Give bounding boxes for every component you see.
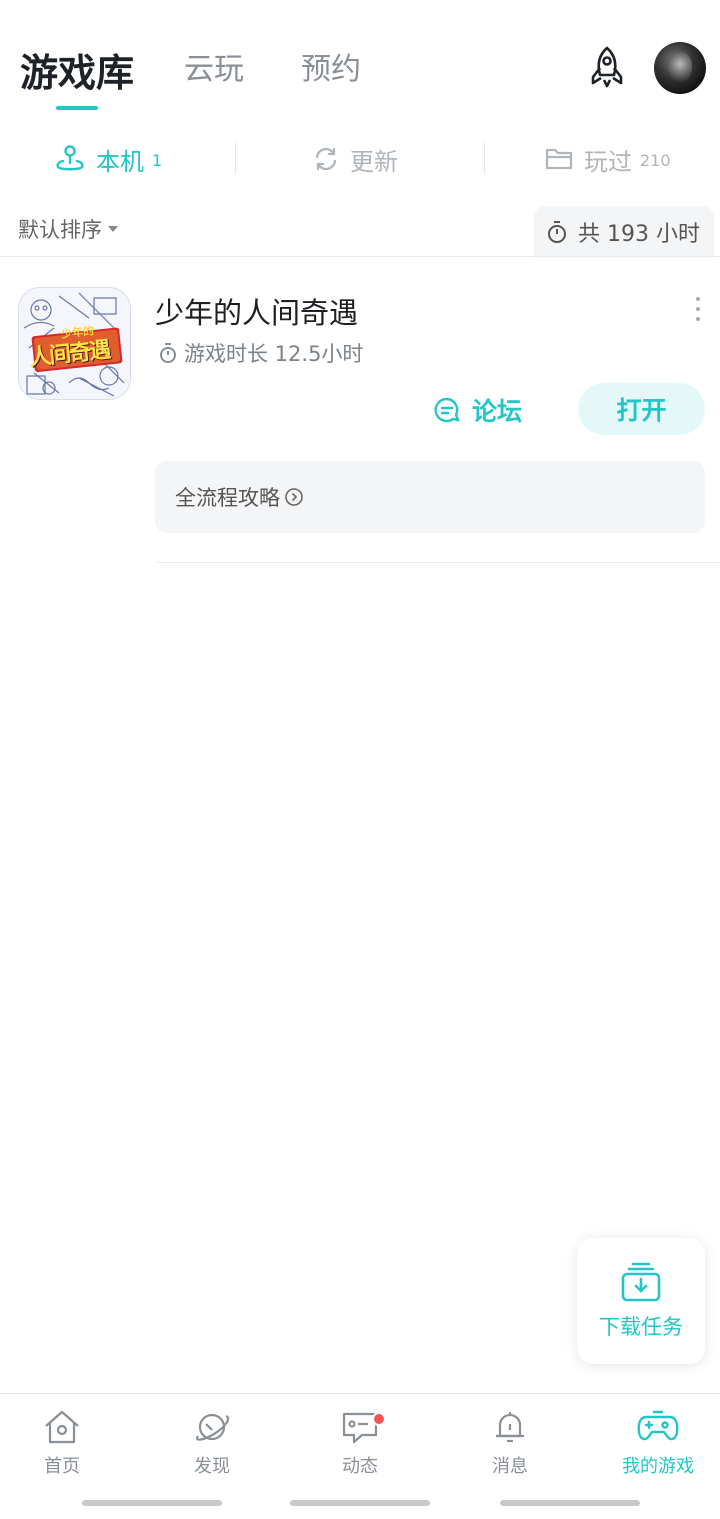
nav-feed[interactable]: 动态 <box>300 1408 420 1478</box>
system-nav-bar <box>500 1500 640 1506</box>
stopwatch-icon <box>548 221 566 243</box>
download-box-icon <box>621 1262 661 1302</box>
active-tab-indicator <box>56 106 98 110</box>
system-nav-bar <box>82 1500 222 1506</box>
sort-dropdown[interactable]: 默认排序 <box>18 214 118 244</box>
download-tasks-button[interactable]: 下载任务 <box>577 1238 705 1364</box>
guide-label: 全流程攻略 <box>175 486 280 510</box>
caret-down-icon <box>108 226 118 232</box>
subtab-played-count: 210 <box>640 150 671 170</box>
nav-home[interactable]: 首页 <box>2 1408 122 1478</box>
game-title[interactable]: 少年的人间奇遇 <box>155 290 358 332</box>
subtab-local[interactable]: 本机 1 <box>54 136 162 182</box>
divider <box>0 256 720 257</box>
chevron-right-circle-icon <box>285 488 303 506</box>
divider <box>155 562 720 563</box>
nav-my-games-label: 我的游戏 <box>622 1456 694 1477</box>
nav-messages[interactable]: 消息 <box>450 1408 570 1478</box>
folder-icon <box>545 148 573 170</box>
sort-label: 默认排序 <box>18 218 102 242</box>
forum-button[interactable]: 论坛 <box>432 392 522 428</box>
subtab-played[interactable]: 玩过 210 <box>544 136 671 182</box>
full-walkthrough-link[interactable]: 全流程攻略 <box>155 461 705 533</box>
bottom-nav: 首页 发现 动态 消息 我的游戏 <box>0 1393 720 1493</box>
tab-cloud-play[interactable]: 云玩 <box>184 44 244 88</box>
nav-discover-label: 发现 <box>194 1456 230 1477</box>
total-playtime-label: 共 193 小时 <box>578 222 700 247</box>
subtab-local-label: 本机 <box>96 147 144 176</box>
subtab-update-label: 更新 <box>350 147 398 176</box>
game-playtime: 游戏时长 12.5小时 <box>158 338 363 368</box>
stopwatch-icon <box>160 343 176 363</box>
more-options-icon[interactable] <box>693 297 703 321</box>
top-header: 游戏库 云玩 预约 <box>0 0 720 120</box>
divider <box>484 142 485 174</box>
open-game-button[interactable]: 打开 <box>578 383 705 435</box>
tab-game-library[interactable]: 游戏库 <box>20 42 134 97</box>
gamepad-icon <box>637 1410 679 1441</box>
bell-icon <box>496 1412 524 1443</box>
system-nav-bar <box>290 1500 430 1506</box>
forum-label: 论坛 <box>472 397 523 426</box>
divider <box>235 142 236 174</box>
refresh-icon <box>315 147 337 171</box>
forum-icon <box>434 397 460 423</box>
download-tasks-label: 下载任务 <box>599 1315 683 1339</box>
local-device-icon <box>56 145 84 171</box>
subtab-local-count: 1 <box>152 150 163 170</box>
nav-discover[interactable]: 发现 <box>152 1408 272 1478</box>
nav-feed-label: 动态 <box>342 1456 378 1477</box>
subtab-played-label: 玩过 <box>584 147 632 176</box>
notification-badge <box>372 1412 386 1426</box>
subtab-update[interactable]: 更新 <box>312 136 398 182</box>
home-icon <box>45 1410 79 1444</box>
nav-home-label: 首页 <box>44 1456 80 1477</box>
sub-tab-bar: 本机 1 更新 玩过 210 <box>0 136 720 182</box>
total-playtime-badge: 共 193 小时 <box>534 206 714 258</box>
nav-messages-label: 消息 <box>492 1456 528 1477</box>
rocket-icon[interactable] <box>584 44 630 90</box>
planet-icon <box>196 1413 230 1441</box>
nav-my-games[interactable]: 我的游戏 <box>598 1408 718 1478</box>
game-playtime-label: 游戏时长 12.5小时 <box>184 342 364 366</box>
avatar[interactable] <box>654 42 706 94</box>
tab-reservation[interactable]: 预约 <box>301 44 361 88</box>
game-icon[interactable]: 少年的 人间奇遇 <box>18 287 131 400</box>
